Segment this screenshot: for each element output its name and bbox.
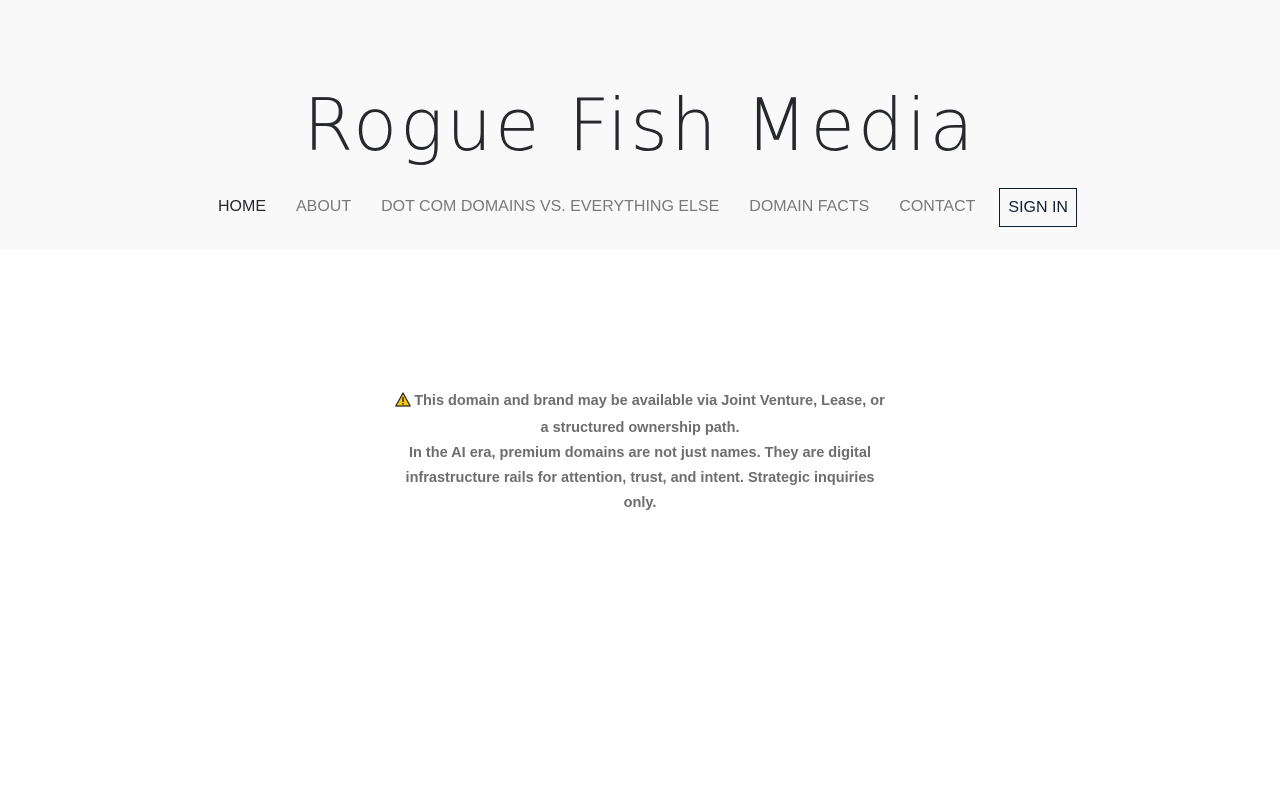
nav-item-contact[interactable]: CONTACT xyxy=(899,187,975,227)
site-header: Rogue Fish Media HOME ABOUT DOT COM DOMA… xyxy=(0,0,1280,250)
availability-notice: This domain and brand may be available v… xyxy=(390,389,890,516)
warning-icon xyxy=(395,391,412,416)
sign-in-button[interactable]: SIGN IN xyxy=(999,187,1077,227)
notice-text-1: This domain and brand may be available v… xyxy=(414,393,885,436)
nav-item-domain-facts[interactable]: DOMAIN FACTS xyxy=(749,187,869,227)
notice-text-2: In the AI era, premium domains are not j… xyxy=(405,445,875,511)
nav-item-dot-com-domains[interactable]: DOT COM DOMAINS VS. EVERYTHING ELSE xyxy=(381,187,719,227)
site-title[interactable]: Rogue Fish Media xyxy=(0,80,1280,170)
notice-line-1: This domain and brand may be available v… xyxy=(390,389,890,441)
nav-item-home[interactable]: HOME xyxy=(218,187,266,227)
nav-item-about[interactable]: ABOUT xyxy=(296,187,351,227)
main-nav: HOME ABOUT DOT COM DOMAINS VS. EVERYTHIN… xyxy=(0,187,1280,227)
